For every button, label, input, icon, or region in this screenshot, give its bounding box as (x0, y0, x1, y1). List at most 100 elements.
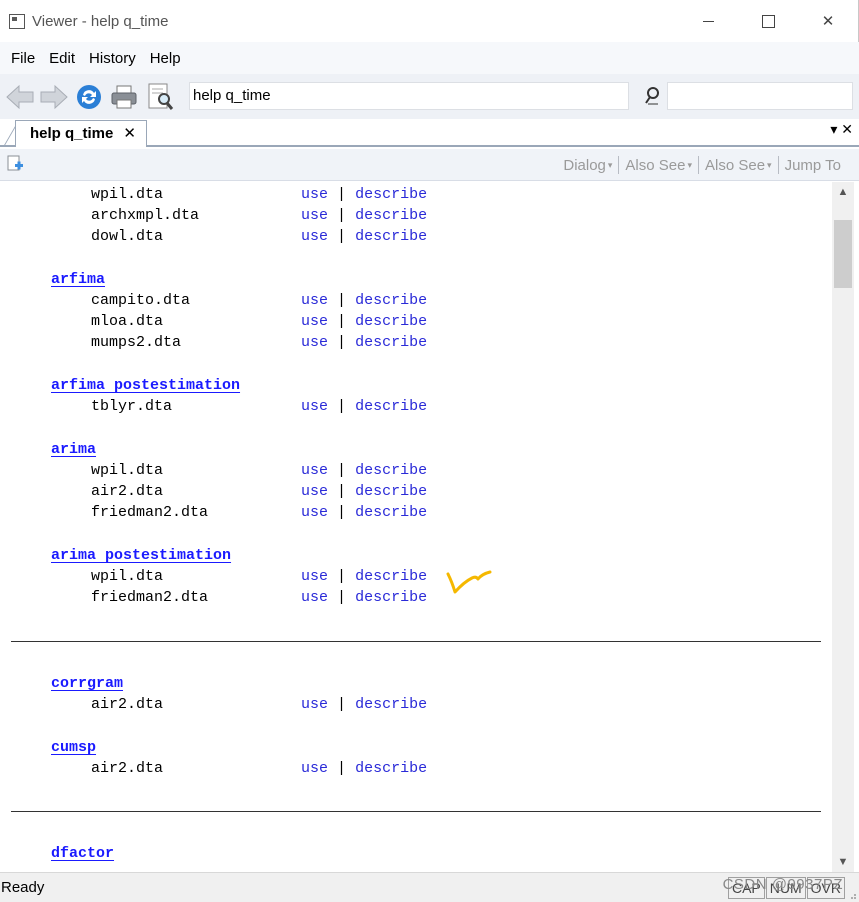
file-actions: use | describe (301, 759, 427, 779)
link-separator: | (337, 228, 347, 245)
use-link[interactable]: use (301, 186, 328, 203)
chevron-down-icon: ▾ (687, 160, 692, 171)
scroll-down-icon[interactable]: ▼ (832, 852, 854, 872)
link-separator: | (337, 334, 347, 351)
menu-edit[interactable]: Edit (42, 50, 82, 67)
describe-link[interactable]: describe (355, 313, 427, 330)
section-divider (11, 811, 821, 812)
viewer-secondary-bar: Dialog ▾ Also See ▾ Also See ▾ Jump To (0, 149, 859, 181)
status-text: Ready (1, 879, 45, 896)
link-separator: | (337, 483, 347, 500)
also-see-label: Also See (705, 156, 766, 174)
use-link[interactable]: use (301, 228, 328, 245)
section-heading-link[interactable]: cumsp (51, 738, 96, 758)
tab-help-q-time[interactable]: help q_time ✕ (15, 120, 147, 147)
tab-menu-controls[interactable]: ▾ ✕ (830, 121, 853, 138)
use-link[interactable]: use (301, 334, 328, 351)
also-see-menu-1[interactable]: Also See ▾ (619, 157, 698, 174)
minimize-button[interactable] (678, 0, 738, 42)
dialog-label: Dialog (563, 156, 606, 174)
describe-link[interactable]: describe (355, 292, 427, 309)
menu-file[interactable]: File (4, 50, 42, 67)
menu-history[interactable]: History (82, 50, 143, 67)
file-name: friedman2.dta (91, 504, 209, 521)
search-page-icon[interactable] (145, 82, 175, 112)
scroll-thumb[interactable] (834, 220, 852, 288)
jump-to-menu[interactable]: Jump To (779, 157, 847, 174)
file-actions: use | describe (301, 695, 427, 715)
refresh-icon[interactable] (75, 83, 103, 111)
use-link[interactable]: use (301, 760, 328, 777)
also-see-menu-2[interactable]: Also See ▾ (699, 157, 778, 174)
print-icon[interactable] (109, 83, 139, 111)
window-title: Viewer - help q_time (32, 12, 169, 30)
section-heading-link[interactable]: corrgram (51, 674, 123, 694)
use-link[interactable]: use (301, 504, 328, 521)
section-heading-link[interactable]: arima postestimation (51, 546, 231, 566)
describe-link[interactable]: describe (355, 462, 427, 479)
section-heading-link[interactable]: dfactor (51, 844, 114, 864)
file-actions: use | describe (301, 503, 427, 523)
find-input[interactable] (667, 82, 853, 110)
scroll-up-icon[interactable]: ▲ (832, 182, 854, 202)
jump-to-label: Jump To (784, 156, 841, 174)
chevron-down-icon: ▾ (607, 160, 613, 171)
section-heading-link[interactable]: arfima postestimation (51, 376, 240, 396)
use-link[interactable]: use (301, 398, 328, 415)
file-name: mloa.dta (91, 313, 164, 330)
describe-link[interactable]: describe (355, 186, 427, 203)
window-controls: ✕ (678, 0, 858, 42)
chevron-down-icon: ▾ (767, 160, 772, 171)
find-icon[interactable] (644, 84, 664, 108)
title-bar: Viewer - help q_time ✕ (0, 0, 859, 42)
file-actions: use | describe (301, 206, 427, 226)
section-heading-link[interactable]: arfima (51, 270, 105, 290)
file-name: air2.dta (91, 696, 164, 713)
use-link[interactable]: use (301, 462, 328, 479)
describe-link[interactable]: describe (355, 568, 427, 585)
describe-link[interactable]: describe (355, 207, 427, 224)
describe-link[interactable]: describe (355, 228, 427, 245)
file-name: wpil.dta (91, 568, 164, 585)
file-actions: use | describe (301, 291, 427, 311)
file-name: dowl.dta (91, 228, 164, 245)
describe-link[interactable]: describe (355, 696, 427, 713)
resize-grip-icon[interactable] (847, 890, 857, 900)
use-link[interactable]: use (301, 696, 328, 713)
describe-link[interactable]: describe (355, 589, 427, 606)
describe-link[interactable]: describe (355, 483, 427, 500)
forward-arrow-icon[interactable] (39, 83, 69, 111)
describe-link[interactable]: describe (355, 504, 427, 521)
new-viewer-icon[interactable] (7, 155, 23, 173)
file-name: air2.dta (91, 483, 164, 500)
file-actions: use | describe (301, 461, 427, 481)
section-heading-link[interactable]: arima (51, 440, 96, 460)
menu-help[interactable]: Help (143, 50, 188, 67)
link-separator: | (337, 568, 347, 585)
dialog-menu[interactable]: Dialog ▾ (557, 157, 618, 174)
link-separator: | (337, 292, 347, 309)
tab-close-icon[interactable]: ✕ (123, 121, 136, 147)
viewer-app-icon (9, 13, 25, 29)
link-separator: | (337, 462, 347, 479)
use-link[interactable]: use (301, 483, 328, 500)
use-link[interactable]: use (301, 313, 328, 330)
file-actions: use | describe (301, 588, 427, 608)
use-link[interactable]: use (301, 292, 328, 309)
command-input[interactable]: help q_time (189, 82, 629, 110)
link-separator: | (337, 186, 347, 203)
status-bar: Ready CAP NUM OVR CSDN @9937PZ (0, 872, 859, 902)
describe-link[interactable]: describe (355, 334, 427, 351)
use-link[interactable]: use (301, 589, 328, 606)
describe-link[interactable]: describe (355, 760, 427, 777)
close-window-button[interactable]: ✕ (798, 0, 858, 42)
vertical-scrollbar[interactable]: ▲ ▼ (832, 182, 854, 872)
use-link[interactable]: use (301, 568, 328, 585)
close-icon: ✕ (821, 13, 835, 30)
maximize-button[interactable] (738, 0, 798, 42)
tab-label: help q_time (30, 125, 114, 142)
file-actions: use | describe (301, 185, 427, 205)
back-arrow-icon[interactable] (5, 83, 35, 111)
use-link[interactable]: use (301, 207, 328, 224)
describe-link[interactable]: describe (355, 398, 427, 415)
